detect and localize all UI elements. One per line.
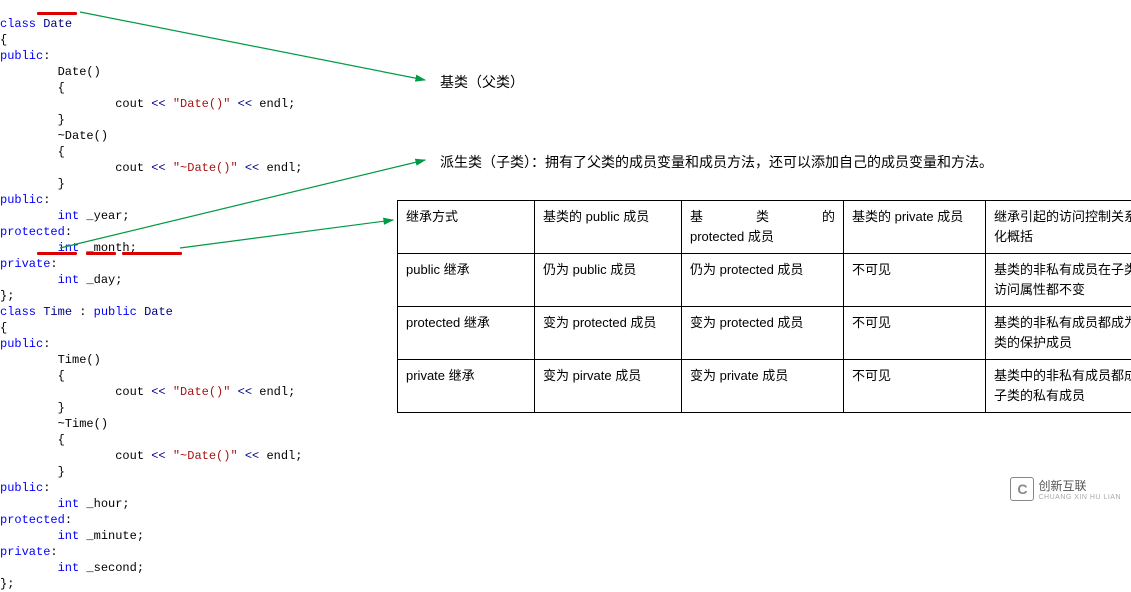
inheritance-table: 继承方式 基类的 public 成员 基 类 的protected 成员 基类的… (397, 200, 1131, 413)
th-private: 基类的 private 成员 (844, 201, 986, 254)
table-row: public 继承 仍为 public 成员 仍为 protected 成员 不… (398, 254, 1131, 307)
table-row: protected 继承 变为 protected 成员 变为 protecte… (398, 307, 1131, 360)
redline-public (122, 252, 182, 255)
th-mode: 继承方式 (398, 201, 535, 254)
label-base-class: 基类（父类） (440, 72, 524, 92)
watermark-brand: 创新互联 (1038, 477, 1121, 494)
table-row: private 继承 变为 pirvate 成员 变为 private 成员 不… (398, 360, 1131, 413)
th-public: 基类的 public 成员 (535, 201, 682, 254)
redline-date (37, 12, 77, 15)
watermark: C 创新互联 CHUANG XIN HU LIAN (1010, 477, 1121, 501)
th-protected: 基 类 的protected 成员 (682, 201, 844, 254)
kw-class: class (0, 17, 36, 31)
label-derived-class: 派生类（子类）：拥有了父类的成员变量和成员方法，还可以添加自己的成员变量和方法。 (440, 152, 993, 172)
watermark-logo-icon: C (1010, 477, 1034, 501)
clsname-time: Time (43, 305, 72, 319)
redline-colon (86, 252, 116, 255)
code-block: class Date { public: Date() { cout << "D… (0, 0, 302, 592)
clsname-date: Date (43, 17, 72, 31)
watermark-sub: CHUANG XIN HU LIAN (1038, 494, 1121, 501)
redline-time (37, 252, 77, 255)
table-row: 继承方式 基类的 public 成员 基 类 的protected 成员 基类的… (398, 201, 1131, 254)
th-summary: 继承引起的访问控制关系变化概括 (986, 201, 1131, 254)
